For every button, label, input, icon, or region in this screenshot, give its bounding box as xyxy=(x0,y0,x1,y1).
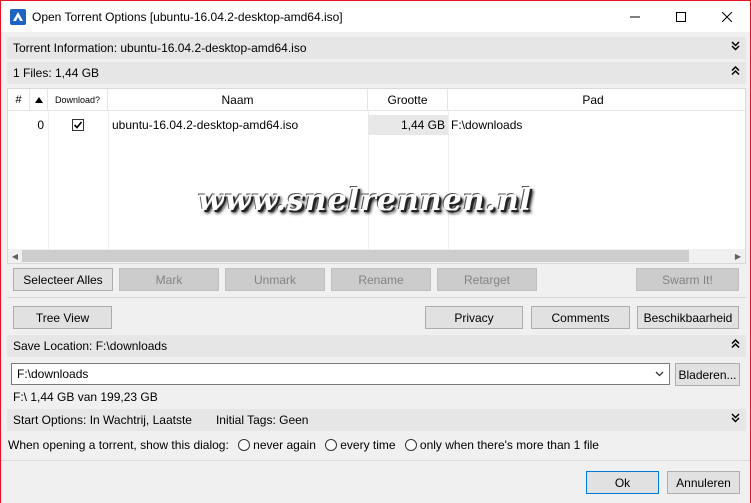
double-chevron-up-icon[interactable] xyxy=(731,65,740,79)
retarget-button[interactable]: Retarget xyxy=(437,268,537,291)
download-checkbox[interactable] xyxy=(48,115,108,135)
radio-never-again[interactable]: never again xyxy=(232,438,316,452)
select-all-button[interactable]: Selecteer Alles xyxy=(13,268,113,291)
disk-space-info: F:\ 1,44 GB van 199,23 GB xyxy=(13,390,158,404)
column-header-index[interactable]: # xyxy=(8,89,30,111)
torrent-information-bar[interactable]: Torrent Information: ubuntu-16.04.2-desk… xyxy=(7,37,746,59)
window-controls xyxy=(612,1,750,32)
minimize-icon xyxy=(630,16,640,17)
save-location-value: F:\downloads xyxy=(17,367,89,381)
file-size: 1,44 GB xyxy=(368,115,448,135)
availability-button[interactable]: Beschikbaarheid xyxy=(637,306,739,329)
column-header-download[interactable]: Download? xyxy=(48,89,108,111)
comments-button[interactable]: Comments xyxy=(531,306,630,329)
radio-button-icon[interactable] xyxy=(325,439,338,451)
horizontal-scrollbar[interactable]: ◀ ▶ xyxy=(8,249,745,263)
file-name: ubuntu-16.04.2-desktop-amd64.iso xyxy=(112,118,299,132)
close-button[interactable] xyxy=(704,1,750,32)
start-options-label: Start Options: In Wachtrij, Laatste xyxy=(13,413,192,427)
open-torrent-options-window: Open Torrent Options [ubuntu-16.04.2-des… xyxy=(0,0,751,503)
window-title: Open Torrent Options [ubuntu-16.04.2-des… xyxy=(32,9,343,24)
rename-button[interactable]: Rename xyxy=(331,268,431,291)
checkmark-icon xyxy=(72,119,84,131)
separator xyxy=(7,297,746,298)
minimize-button[interactable] xyxy=(612,1,658,32)
initial-tags-label: Initial Tags: Geen xyxy=(215,413,309,427)
files-section-label: 1 Files: 1,44 GB xyxy=(13,66,100,80)
save-location-bar[interactable]: Save Location: F:\downloads xyxy=(7,335,746,357)
column-header-size[interactable]: Grootte xyxy=(368,89,448,111)
radio-button-icon[interactable] xyxy=(404,439,417,451)
close-icon xyxy=(722,11,732,22)
save-location-combobox[interactable]: F:\downloads xyxy=(11,363,670,385)
privacy-button[interactable]: Privacy xyxy=(425,306,523,329)
chevron-down-icon[interactable] xyxy=(653,368,665,380)
table-header: # Download? Naam Grootte Pad xyxy=(8,89,745,111)
radio-button-icon[interactable] xyxy=(238,439,251,451)
ok-button[interactable]: Ok xyxy=(586,471,659,494)
file-path: F:\downloads xyxy=(451,118,523,132)
double-chevron-down-icon[interactable] xyxy=(731,41,740,54)
radio-every-time[interactable]: every time xyxy=(319,438,396,452)
scroll-left-icon[interactable]: ◀ xyxy=(8,249,22,263)
double-chevron-down-icon[interactable] xyxy=(731,413,740,426)
cancel-button[interactable]: Annuleren xyxy=(667,471,740,494)
files-table: # Download? Naam Grootte Pad 0 ubuntu-16… xyxy=(7,88,746,264)
watermark-text: www.snelrennen.nl xyxy=(198,183,533,218)
browse-button[interactable]: Bladeren... xyxy=(675,363,740,386)
show-dialog-row: When opening a torrent, show this dialog… xyxy=(8,438,599,452)
vuze-frog-icon xyxy=(10,8,26,25)
maximize-button[interactable] xyxy=(658,1,704,32)
save-location-label: Save Location: F:\downloads xyxy=(13,339,168,353)
unmark-button[interactable]: Unmark xyxy=(225,268,325,291)
maximize-icon xyxy=(676,11,686,22)
radio-more-than-one-file[interactable]: only when there's more than 1 file xyxy=(399,438,599,452)
files-section-bar[interactable]: 1 Files: 1,44 GB xyxy=(7,62,746,84)
row-index: 0 xyxy=(37,118,44,132)
column-header-path[interactable]: Pad xyxy=(448,89,738,111)
scroll-right-icon[interactable]: ▶ xyxy=(731,249,745,263)
mark-button[interactable]: Mark xyxy=(119,268,219,291)
column-header-name[interactable]: Naam xyxy=(108,89,368,111)
show-dialog-label: When opening a torrent, show this dialog… xyxy=(8,438,229,452)
swarm-it-button[interactable]: Swarm It! xyxy=(636,268,739,291)
start-options-bar[interactable]: Start Options: In Wachtrij, Laatste Init… xyxy=(7,409,746,431)
double-chevron-up-icon[interactable] xyxy=(731,338,740,352)
torrent-information-label: Torrent Information: ubuntu-16.04.2-desk… xyxy=(13,41,307,55)
table-row[interactable]: 0 ubuntu-16.04.2-desktop-amd64.iso 1,44 … xyxy=(8,115,745,135)
scrollbar-thumb[interactable] xyxy=(22,250,689,262)
title-bar: Open Torrent Options [ubuntu-16.04.2-des… xyxy=(1,1,750,32)
tree-view-button[interactable]: Tree View xyxy=(13,306,112,329)
sort-ascending-icon[interactable] xyxy=(30,89,48,111)
